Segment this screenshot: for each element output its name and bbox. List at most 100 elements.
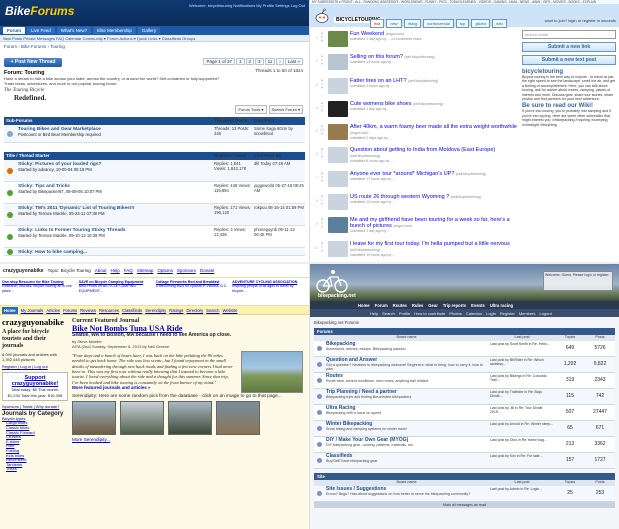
- user-links[interactable]: Welcome, bicycletouring Notifications My…: [189, 3, 305, 8]
- board-last-post[interactable]: Last post by Scott Smith in Re: Hello...: [489, 341, 555, 356]
- board-row[interactable]: DIY / Make Your Own Gear (MYOG) DIY bikep…: [314, 437, 615, 453]
- tab-top[interactable]: top: [455, 19, 470, 28]
- search-forum-button[interactable]: Search Forum ▾: [268, 105, 303, 114]
- nav-login[interactable]: Login: [486, 311, 496, 316]
- menu-ratings[interactable]: Ratings: [169, 308, 183, 313]
- board-row[interactable]: Bikepacking Adventures, articles, essays.…: [314, 341, 615, 357]
- post-domain[interactable]: (self.bicycletouring): [456, 172, 486, 176]
- post-thumbnail[interactable]: [328, 77, 348, 94]
- tab-live-feed[interactable]: Live Feed: [27, 27, 55, 34]
- subforum-row[interactable]: Touring Bikes and Gear Marketplace Postco…: [4, 125, 305, 143]
- post-title[interactable]: I leave for my first tour today. I'm hel…: [350, 241, 518, 253]
- tab-controversial[interactable]: controversial: [423, 19, 454, 28]
- nav-rules[interactable]: Rules: [412, 303, 423, 308]
- post-domain[interactable]: (self.bicycletouring): [350, 154, 380, 158]
- post-thumbnail[interactable]: [328, 31, 348, 47]
- submit-text-button[interactable]: Submit a new text post: [522, 55, 616, 65]
- board-last-post[interactable]: Last post by Arnold in Re: Winter sleep.…: [489, 421, 555, 436]
- thread-last[interactable]: juggeworld 05-27-15 08:45 AM: [253, 182, 305, 203]
- tab-hot[interactable]: hot: [370, 19, 385, 28]
- nav-search[interactable]: Search: [382, 311, 395, 316]
- nav-contribute[interactable]: How to contribute: [414, 311, 445, 316]
- reddit-alien-icon[interactable]: [314, 8, 330, 24]
- post-thumbnail[interactable]: [328, 240, 348, 257]
- menu-directory[interactable]: Directory: [186, 308, 203, 313]
- post-domain[interactable]: (self.bicycletouring): [451, 195, 481, 199]
- nav-events[interactable]: Events: [471, 303, 485, 308]
- post-row[interactable]: 5 ▲ 16 ▼ After 40km, a warm foamy beer made …: [312, 123, 518, 146]
- thread-last[interactable]: phoneguyrdi 09-11-13 06:45 PM: [253, 226, 305, 247]
- link-about[interactable]: About: [95, 268, 107, 273]
- downvote-icon[interactable]: ▼: [320, 202, 324, 206]
- post-thumbnail[interactable]: [328, 194, 348, 211]
- board-row[interactable]: Trip Planning / Need a partner Bikepackin…: [314, 389, 615, 405]
- menu-search[interactable]: Search: [206, 308, 219, 313]
- post-thumbnail[interactable]: [328, 124, 348, 141]
- tab-wiki[interactable]: wiki: [492, 19, 507, 28]
- subforum-last[interactable]: Some Saga 60cm by snowbloat: [253, 125, 305, 142]
- post-title[interactable]: After 40km, a warm foamy beer made all t…: [350, 124, 518, 136]
- ad-4[interactable]: ADVENTURE CYCLING ASSOCIATION Inspiring p…: [232, 280, 307, 303]
- post-row[interactable]: 2 ▲ 5 ▼ Selling on this forum? (self.bicycle…: [312, 53, 518, 76]
- link-sitemap[interactable]: Sitemap: [137, 268, 154, 273]
- page-2[interactable]: 2: [245, 58, 255, 65]
- board-row[interactable]: Routes Route beta, current conditions, ne…: [314, 373, 615, 389]
- menu-home[interactable]: Home: [2, 306, 18, 314]
- login-prompt[interactable]: want to join? login or register in secon…: [545, 18, 616, 23]
- board-row[interactable]: Classifieds Buy/Sell/Trade bikepacking ge…: [314, 453, 615, 469]
- post-thumbnail[interactable]: [328, 217, 348, 234]
- board-row[interactable]: Question and Answer Got a question? Newbi…: [314, 357, 615, 373]
- board-row[interactable]: Ultra Racing Bikepacking with a focus on …: [314, 405, 615, 421]
- forum-tools-button[interactable]: Forum Tools ▾: [235, 105, 267, 114]
- nav-profile[interactable]: Profile: [399, 311, 410, 316]
- section-site[interactable]: Site: [314, 473, 615, 480]
- breadcrumb[interactable]: Bikepacking.net Forums: [310, 317, 619, 328]
- page-11[interactable]: 11: [264, 58, 276, 65]
- thread-row[interactable]: Sticky: Pictures of your loaded rigs? Sta…: [4, 160, 305, 182]
- page-next[interactable]: ›: [276, 58, 284, 65]
- downvote-icon[interactable]: ▼: [320, 155, 324, 159]
- board-last-post[interactable]: Last post by Dino in Re: frame bag...: [489, 437, 555, 452]
- downvote-icon[interactable]: ▼: [320, 178, 324, 183]
- serendipity-photo[interactable]: [216, 401, 260, 436]
- nav-gear[interactable]: Gear: [428, 303, 438, 308]
- tab-whats-new[interactable]: What's New?: [56, 27, 92, 34]
- post-domain[interactable]: (imgur.com): [350, 131, 368, 135]
- post-row[interactable]: 10 ▲ 2 ▼ I leave for my first tour today. I'…: [312, 240, 518, 262]
- serendipity-photo[interactable]: [120, 401, 164, 436]
- post-row[interactable]: 7 ▲ 4 ▼ Anyone ever tour *around* Michigan's…: [312, 170, 518, 193]
- board-last-post[interactable]: Last post by Trailrider in Re: Baja Divi…: [489, 389, 555, 404]
- search-input[interactable]: search reddit: [522, 30, 616, 39]
- submit-link-button[interactable]: Submit a new link: [522, 42, 616, 52]
- thread-row[interactable]: Sticky: TM's 2011 'Dynamic' List of Tour…: [4, 204, 305, 226]
- menu-reviews[interactable]: Reviews: [80, 308, 96, 313]
- board-row[interactable]: Site Issues / Suggestions Errors? Bugs? H…: [314, 486, 615, 502]
- sponsor-links[interactable]: Sponsors | Totals | Why donate?: [2, 404, 68, 409]
- ad-2[interactable]: SAVE on Bicycle Camping Equipment Best Pr…: [79, 280, 154, 303]
- section-forums[interactable]: Forums: [314, 328, 615, 335]
- post-title[interactable]: Question about getting to India from Mol…: [350, 147, 518, 159]
- board-row[interactable]: Winter Bikepacking Snow biking and campin…: [314, 421, 615, 437]
- board-last-post[interactable]: Last post by Kim in Re: For sale...: [489, 453, 555, 468]
- post-title[interactable]: Me and my girlfriend have been touring f…: [350, 217, 518, 229]
- sub-nav[interactable]: New Posts Private Messages FAQ Calendar …: [0, 35, 309, 42]
- tab-forum[interactable]: Forum: [3, 27, 25, 34]
- post-row[interactable]: 1 ▲ 6 ▼ Fun Weekend (imgur.com) submitted 1 d…: [312, 30, 518, 53]
- post-row[interactable]: 3 ▲ 3 ▼ Fatter tires on an LHT? (self.bicycl…: [312, 77, 518, 100]
- menu-classifieds[interactable]: Classifieds: [122, 308, 142, 313]
- link-faq[interactable]: FAQ: [124, 268, 133, 273]
- ad-1[interactable]: One-stop Resource for Bike Touring Resear…: [2, 280, 77, 303]
- thread-last[interactable]: rokpuu 08-16-14 01:59 PM: [253, 204, 305, 225]
- page-1[interactable]: 1: [236, 58, 245, 65]
- menu-journals[interactable]: My Journals: [21, 308, 44, 313]
- board-last-post[interactable]: Last post by Bikergo in Re: Colorado Tra…: [489, 373, 555, 388]
- mark-read-link[interactable]: Mark all messages as read: [314, 502, 615, 508]
- post-domain[interactable]: (self.bicycletouring): [350, 248, 380, 252]
- thread-last[interactable]: dlil Today 07:48 AM: [253, 160, 305, 181]
- menu-website[interactable]: Website: [222, 308, 237, 313]
- post-thumbnail[interactable]: [328, 54, 348, 71]
- menu-forums[interactable]: Forums: [63, 308, 77, 313]
- cg-account-links[interactable]: Register | Log in | Log out: [2, 364, 68, 369]
- board-last-post[interactable]: Last post by Jill in Re: Tour Divide 201…: [489, 405, 555, 420]
- nav-photos[interactable]: Photos: [449, 311, 461, 316]
